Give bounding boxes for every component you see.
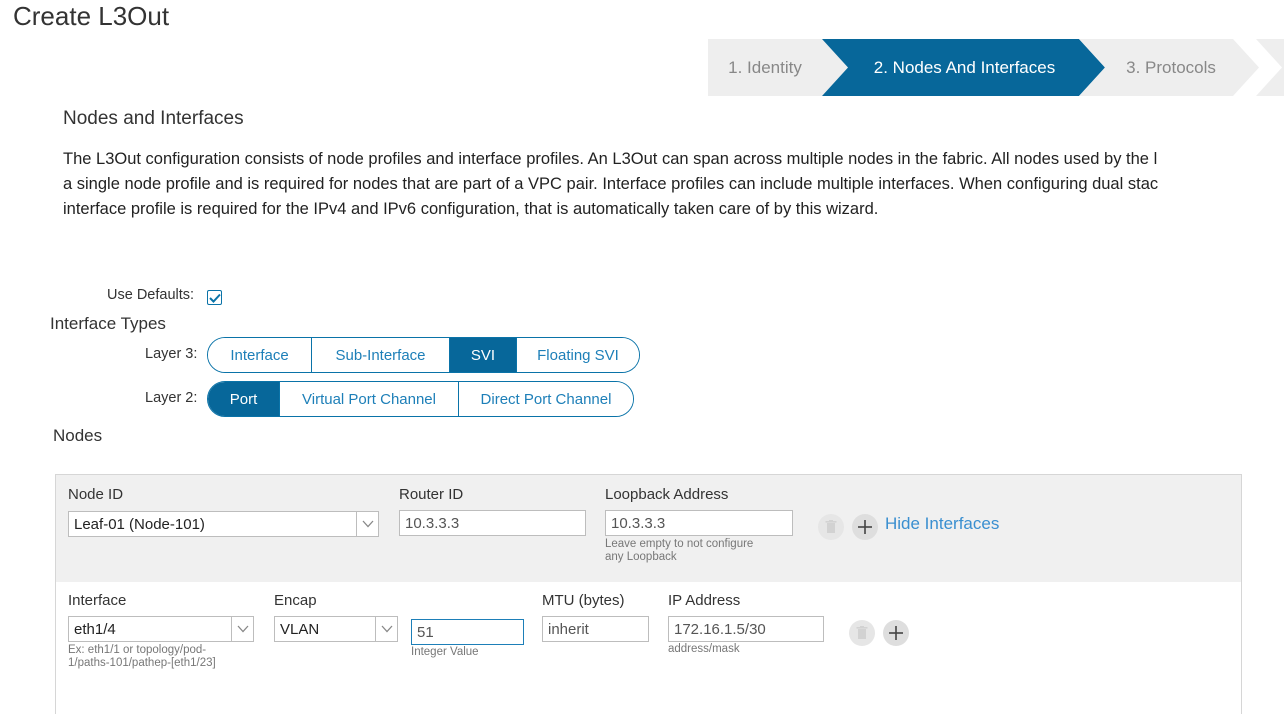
vlan-id-value: 51 <box>417 623 434 641</box>
mtu-label: MTU (bytes) <box>542 592 625 609</box>
interface-hint: 1/paths-101/pathep-[eth1/23] <box>68 657 216 669</box>
ip-address-input[interactable]: 172.16.1.5/30 <box>668 616 824 642</box>
delete-interface-button[interactable] <box>849 620 875 646</box>
section-description-line: The L3Out configuration consists of node… <box>63 150 1158 168</box>
chevron-down-icon <box>231 617 253 641</box>
wizard-step-next-shape <box>1256 39 1284 96</box>
layer2-option-direct-port-channel[interactable]: Direct Port Channel <box>459 382 633 416</box>
wizard-step-label: 1. Identity <box>728 57 802 77</box>
router-id-label: Router ID <box>399 486 464 503</box>
layer3-label: Layer 3: <box>145 346 198 362</box>
use-defaults-label: Use Defaults: <box>107 287 195 303</box>
layer2-option-port[interactable]: Port <box>208 382 280 416</box>
nodes-title: Nodes <box>53 426 103 445</box>
layer2-label: Layer 2: <box>145 390 198 406</box>
page-title: Create L3Out <box>13 1 170 31</box>
interface-label: Interface <box>68 592 127 609</box>
delete-node-button[interactable] <box>818 514 844 540</box>
node-id-value: Leaf-01 (Node-101) <box>74 515 205 533</box>
interface-hint: Ex: eth1/1 or topology/pod- <box>68 644 207 656</box>
wizard-step-label: 2. Nodes And Interfaces <box>873 57 1056 77</box>
use-defaults-checkbox[interactable] <box>207 290 222 305</box>
section-description-line: a single node profile and is required fo… <box>63 175 1159 193</box>
wizard-step-nodes-and-interfaces[interactable]: 2. Nodes And Interfaces <box>822 39 1105 96</box>
ip-address-value: 172.16.1.5/30 <box>674 620 766 638</box>
loopback-hint: Leave empty to not configure <box>605 538 754 550</box>
wizard-step-next <box>1256 39 1284 96</box>
router-id-value: 10.3.3.3 <box>405 514 460 532</box>
layer3-option-floating-svi[interactable]: Floating SVI <box>517 338 639 372</box>
loopback-address-label: Loopback Address <box>605 486 729 503</box>
vlan-id-input[interactable]: 51 <box>411 619 524 645</box>
ip-address-label: IP Address <box>668 592 741 609</box>
interface-value: eth1/4 <box>74 620 116 638</box>
mtu-input[interactable]: inherit <box>542 616 649 642</box>
layer3-segmented-control: Interface Sub-Interface SVI Floating SVI <box>207 337 640 373</box>
hide-interfaces-link[interactable]: Hide Interfaces <box>885 514 999 534</box>
loopback-hint: any Loopback <box>605 551 677 563</box>
add-node-button[interactable] <box>852 514 878 540</box>
chevron-down-icon <box>356 512 378 536</box>
wizard-stepper: 1. Identity 2. Nodes And Interfaces 3. P… <box>708 39 1284 96</box>
encap-label: Encap <box>274 592 317 609</box>
trash-icon <box>825 520 837 533</box>
layer3-option-sub-interface[interactable]: Sub-Interface <box>312 338 450 372</box>
trash-icon <box>856 626 868 639</box>
vlan-id-hint: Integer Value <box>411 646 479 658</box>
router-id-input[interactable]: 10.3.3.3 <box>399 510 586 536</box>
mtu-value: inherit <box>548 620 589 638</box>
loopback-address-value: 10.3.3.3 <box>611 514 666 532</box>
plus-icon <box>889 626 903 640</box>
section-description-line: interface profile is required for the IP… <box>63 200 879 218</box>
wizard-step-label: 3. Protocols <box>1126 57 1216 77</box>
loopback-address-input[interactable]: 10.3.3.3 <box>605 510 793 536</box>
encap-value: VLAN <box>280 620 320 638</box>
layer2-option-virtual-port-channel[interactable]: Virtual Port Channel <box>280 382 459 416</box>
wizard-step-protocols[interactable]: 3. Protocols <box>1079 39 1259 96</box>
chevron-down-icon <box>375 617 397 641</box>
section-title: Nodes and Interfaces <box>63 108 244 129</box>
layer3-option-interface[interactable]: Interface <box>208 338 312 372</box>
plus-icon <box>858 520 872 534</box>
encap-select[interactable]: VLAN <box>274 616 398 642</box>
check-icon <box>208 293 221 303</box>
layer2-segmented-control: Port Virtual Port Channel Direct Port Ch… <box>207 381 634 417</box>
node-id-label: Node ID <box>68 486 124 503</box>
node-id-select[interactable]: Leaf-01 (Node-101) <box>68 511 379 537</box>
interface-types-title: Interface Types <box>50 314 166 333</box>
add-interface-button[interactable] <box>883 620 909 646</box>
interface-select[interactable]: eth1/4 <box>68 616 254 642</box>
layer3-option-svi[interactable]: SVI <box>450 338 517 372</box>
ip-address-hint: address/mask <box>668 643 740 655</box>
